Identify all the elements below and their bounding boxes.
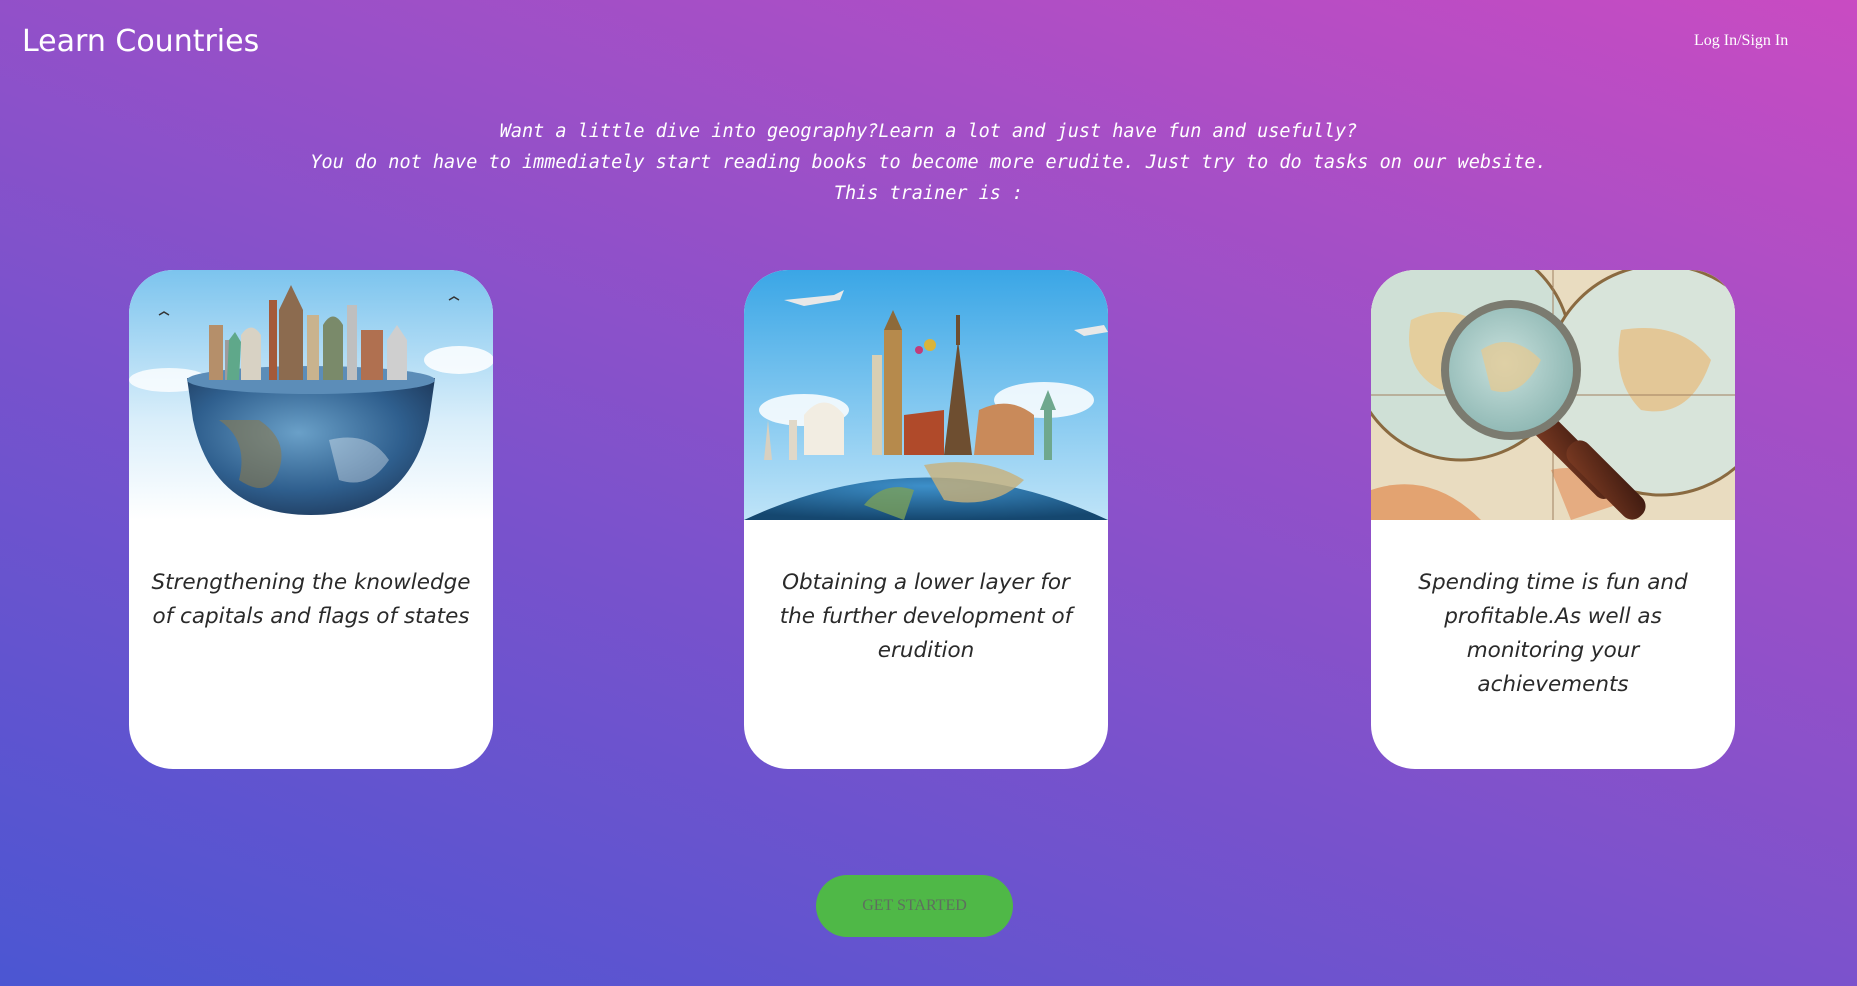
card-text: Obtaining a lower layer for the further … [779,570,1073,663]
login-signin-link[interactable]: Log In/Sign In [1694,32,1788,50]
brand-title[interactable]: Learn Countries [22,24,259,59]
intro-line-3: This trainer is : [833,183,1024,204]
feature-card-capitals: Strengthening the knowledge of capitals … [129,270,493,769]
get-started-button[interactable]: GET STARTED [816,875,1013,937]
antique-map-magnifier-image [1371,270,1735,520]
intro-line-2: You do not have to immediately start rea… [310,152,1547,173]
feature-card-erudition: Obtaining a lower layer for the further … [744,270,1108,769]
intro-line-1: Want a little dive into geography?Learn … [499,121,1358,142]
feature-card-achievements: Spending time is fun and profitable.As w… [1371,270,1735,769]
intro-text: Want a little dive into geography?Learn … [0,116,1857,209]
world-landmarks-image [744,270,1108,520]
card-text: Spending time is fun and profitable.As w… [1418,570,1688,697]
header: Learn Countries Log In/Sign In [0,0,1857,90]
card-text: Strengthening the knowledge of capitals … [151,570,471,629]
globe-bowl-landmarks-image [129,270,493,520]
